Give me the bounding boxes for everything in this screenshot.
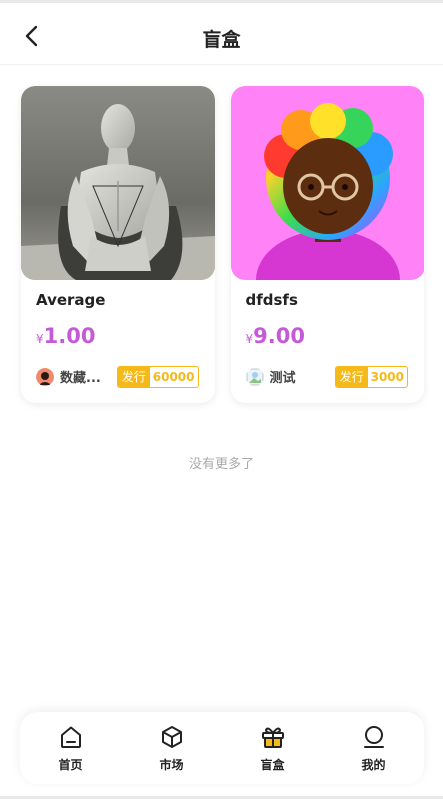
author-avatar — [36, 367, 54, 386]
product-card[interactable]: Average ¥1.00 数藏... 发行 60000 — [21, 86, 215, 403]
box-icon — [161, 726, 182, 748]
author-name: 数藏... — [60, 371, 101, 386]
author-info: 测试 — [246, 367, 296, 386]
nav-header: 盲盒 — [0, 3, 443, 65]
tab-label: 盲盒 — [260, 758, 285, 772]
author-info: 数藏... — [36, 367, 101, 386]
statue-image — [21, 86, 215, 280]
issue-badge: 发行 60000 — [116, 366, 199, 388]
author-name: 测试 — [269, 371, 296, 386]
tab-home[interactable]: 首页 — [20, 712, 121, 784]
list-end-text: 没有更多了 — [188, 457, 254, 472]
page-title: 盲盒 — [202, 29, 241, 51]
product-card[interactable]: dfdsfs ¥9.00 测试 发行 3000 — [230, 86, 424, 403]
blindbox-grid: Average ¥1.00 数藏... 发行 60000 dfdsfs ¥9.0… — [0, 65, 443, 403]
issue-badge: 发行 3000 — [334, 366, 408, 388]
tab-market[interactable]: 市场 — [121, 712, 222, 784]
bottom-tabbar: 首页 市场 盲盒 我的 — [20, 712, 424, 784]
author-avatar — [246, 368, 264, 386]
user-icon — [363, 726, 384, 748]
tab-label: 我的 — [361, 758, 386, 772]
tab-label: 首页 — [58, 758, 83, 772]
tab-mine[interactable]: 我的 — [323, 712, 424, 784]
avatar-3d-image — [230, 86, 424, 280]
tab-label: 市场 — [159, 758, 184, 772]
gift-icon — [261, 727, 284, 748]
tab-blindbox[interactable]: 盲盒 — [222, 712, 323, 784]
product-name: dfdsfs — [245, 291, 298, 309]
product-price: ¥1.00 — [36, 324, 96, 348]
home-icon — [60, 726, 81, 748]
product-name: Average — [36, 291, 106, 309]
product-price: ¥9.00 — [245, 324, 305, 348]
